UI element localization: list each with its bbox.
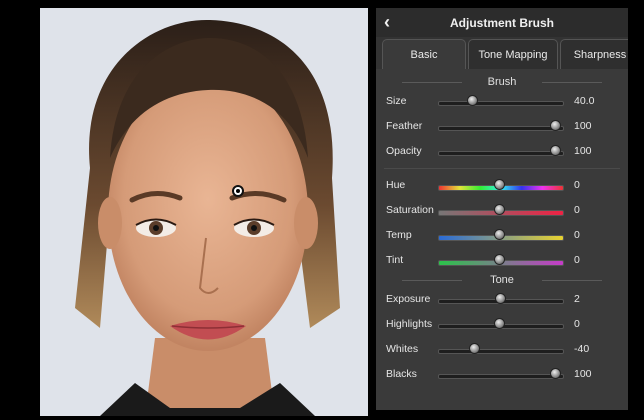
saturation-label: Saturation [386, 204, 434, 216]
feather-slider-track[interactable] [438, 126, 564, 131]
photo-canvas[interactable] [40, 8, 368, 416]
slider-row-exposure: Exposure 2 [376, 287, 628, 312]
slider-row-hue: Hue 0 [376, 173, 628, 198]
saturation-slider-thumb[interactable] [494, 204, 505, 215]
temp-value: 0 [574, 229, 580, 241]
tab-tone-mapping[interactable]: Tone Mapping [468, 39, 558, 69]
feather-value: 100 [574, 120, 592, 132]
size-label: Size [386, 95, 407, 107]
tone-sliders: Exposure 2 Highlights 0 Whites -40 Blacks 100 [376, 287, 628, 387]
whites-value: -40 [574, 343, 590, 355]
opacity-slider-track[interactable] [438, 151, 564, 156]
slider-row-size: Size 40.0 [376, 89, 628, 114]
hue-label: Hue [386, 179, 406, 191]
tab-bar: Basic Tone Mapping Sharpness [376, 37, 628, 69]
temp-slider-thumb[interactable] [494, 229, 505, 240]
opacity-label: Opacity [386, 145, 422, 157]
tab-basic[interactable]: Basic [382, 39, 466, 69]
slider-row-blacks: Blacks 100 [376, 362, 628, 387]
brush-pin-marker[interactable] [232, 185, 244, 197]
tab-sharpness[interactable]: Sharpness [560, 39, 628, 69]
size-slider-track[interactable] [438, 101, 564, 106]
section-title-tone: Tone [376, 273, 628, 287]
tab-label: Tone Mapping [478, 48, 548, 61]
section-title-brush: Brush [376, 75, 628, 89]
exposure-label: Exposure [386, 293, 431, 305]
tint-value: 0 [574, 254, 580, 266]
feather-label: Feather [386, 120, 423, 132]
whites-slider-track[interactable] [438, 349, 564, 354]
slider-row-whites: Whites -40 [376, 337, 628, 362]
highlights-slider-thumb[interactable] [494, 318, 505, 329]
highlights-label: Highlights [386, 318, 433, 330]
blacks-label: Blacks [386, 368, 417, 380]
slider-row-highlights: Highlights 0 [376, 312, 628, 337]
hue-slider-thumb[interactable] [494, 179, 505, 190]
slider-row-tint: Tint 0 [376, 248, 628, 273]
slider-row-temp: Temp 0 [376, 223, 628, 248]
blacks-slider-thumb[interactable] [549, 368, 561, 379]
brush-sliders: Size 40.0 Feather 100 Opacity 100 [376, 89, 628, 164]
highlights-value: 0 [574, 318, 580, 330]
exposure-value: 2 [574, 293, 580, 305]
slider-row-opacity: Opacity 100 [376, 139, 628, 164]
size-slider-thumb[interactable] [466, 95, 478, 106]
opacity-slider-thumb[interactable] [549, 145, 561, 156]
slider-row-saturation: Saturation 0 [376, 198, 628, 223]
opacity-value: 100 [574, 145, 592, 157]
hue-value: 0 [574, 179, 580, 191]
color-sliders: Hue 0 Saturation 0 Temp 0 Tint 0 [376, 173, 628, 273]
panel-title: Adjustment Brush [449, 15, 554, 30]
panel-header: ‹ Adjustment Brush [376, 8, 628, 37]
whites-label: Whites [386, 343, 419, 355]
tab-label: Sharpness [573, 48, 627, 61]
tab-label: Basic [410, 48, 438, 61]
divider [384, 168, 620, 169]
adjustment-panel: ‹ Adjustment Brush Basic Tone Mapping Sh… [376, 8, 628, 410]
chevron-left-icon[interactable]: ‹ [384, 11, 400, 33]
temp-label: Temp [386, 229, 412, 241]
size-value: 40.0 [574, 95, 595, 107]
portrait-photo [40, 8, 368, 416]
slider-row-feather: Feather 100 [376, 114, 628, 139]
tint-slider-thumb[interactable] [494, 254, 505, 265]
tint-label: Tint [386, 254, 404, 266]
blacks-slider-track[interactable] [438, 374, 564, 379]
feather-slider-thumb[interactable] [549, 120, 561, 131]
blacks-value: 100 [574, 368, 592, 380]
saturation-value: 0 [574, 204, 580, 216]
